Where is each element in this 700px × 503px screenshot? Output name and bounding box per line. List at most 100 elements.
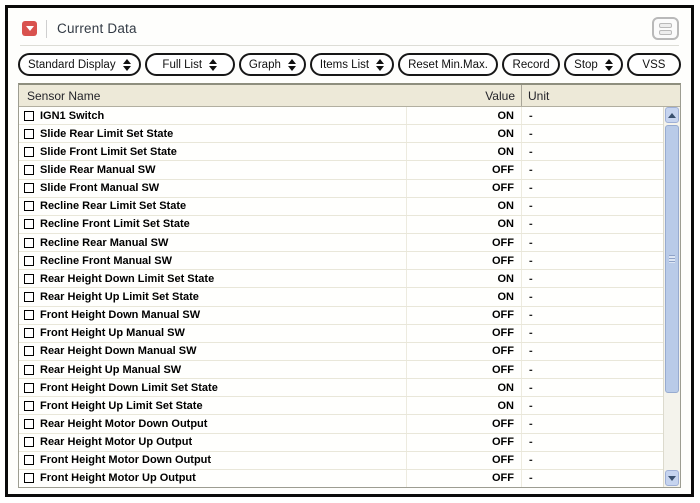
row-checkbox[interactable]: [24, 419, 34, 429]
sensor-unit: -: [522, 343, 680, 360]
toolbar-button-reset-min-max[interactable]: Reset Min.Max.: [398, 53, 498, 76]
sensor-unit: -: [522, 397, 680, 414]
sensor-unit: -: [522, 198, 680, 215]
column-header-sensor-name: Sensor Name: [19, 89, 407, 103]
display-mode-icon[interactable]: [652, 17, 679, 40]
toolbar: Standard DisplayFull ListGraphItems List…: [18, 53, 681, 76]
updown-spinner-icon: [376, 59, 384, 71]
sensor-unit: -: [522, 452, 680, 469]
toolbar-button-items-list[interactable]: Items List: [310, 53, 394, 76]
sensor-value: OFF: [407, 180, 522, 197]
sensor-name: Front Height Up Manual SW: [40, 327, 185, 339]
current-data-window: Current Data Standard DisplayFull ListGr…: [5, 5, 694, 497]
row-checkbox[interactable]: [24, 165, 34, 175]
sensor-name-cell: Rear Height Up Limit Set State: [19, 288, 407, 305]
table-row: Rear Height Up Limit Set StateON-: [19, 288, 680, 306]
table-row: Recline Front Limit Set StateON-: [19, 216, 680, 234]
sensor-value: OFF: [407, 470, 522, 487]
toolbar-button-standard-display[interactable]: Standard Display: [18, 53, 141, 76]
sensor-name: Rear Height Motor Down Output: [40, 418, 207, 430]
sensor-value: OFF: [407, 434, 522, 451]
scroll-up-button[interactable]: [665, 107, 679, 123]
sensor-name-cell: Front Height Up Manual SW: [19, 325, 407, 342]
sensor-value: OFF: [407, 161, 522, 178]
sensor-unit: -: [522, 434, 680, 451]
sensor-unit: -: [522, 470, 680, 487]
sensor-name: Front Height Motor Up Output: [40, 472, 196, 484]
sensor-name-cell: Slide Rear Manual SW: [19, 161, 407, 178]
sensor-value: ON: [407, 198, 522, 215]
vertical-scrollbar[interactable]: [663, 107, 680, 487]
table-row: Recline Rear Limit Set StateON-: [19, 198, 680, 216]
row-checkbox[interactable]: [24, 111, 34, 121]
sensor-unit: -: [522, 143, 680, 160]
collapse-caret-icon[interactable]: [22, 21, 37, 36]
row-checkbox[interactable]: [24, 328, 34, 338]
sensor-name: Rear Height Up Manual SW: [40, 364, 181, 376]
row-checkbox[interactable]: [24, 201, 34, 211]
row-checkbox[interactable]: [24, 401, 34, 411]
title-separator: [20, 45, 679, 46]
sensor-name-cell: Rear Height Down Limit Set State: [19, 270, 407, 287]
toolbar-button-graph[interactable]: Graph: [239, 53, 306, 76]
sensor-name-cell: Recline Front Manual SW: [19, 252, 407, 269]
row-checkbox[interactable]: [24, 183, 34, 193]
row-checkbox[interactable]: [24, 365, 34, 375]
table-row: Rear Height Up Manual SWOFF-: [19, 361, 680, 379]
sensor-value: OFF: [407, 415, 522, 432]
scrollbar-thumb[interactable]: [665, 125, 679, 393]
sensor-name-cell: Front Height Up Limit Set State: [19, 397, 407, 414]
sensor-unit: -: [522, 234, 680, 251]
toolbar-button-record[interactable]: Record: [502, 53, 560, 76]
toolbar-button-full-list[interactable]: Full List: [145, 53, 235, 76]
sensor-name-cell: Rear Height Up Manual SW: [19, 361, 407, 378]
sensor-name-cell: Recline Rear Limit Set State: [19, 198, 407, 215]
down-triangle-icon: [26, 26, 34, 31]
row-checkbox[interactable]: [24, 383, 34, 393]
sensor-value: OFF: [407, 307, 522, 324]
scroll-down-button[interactable]: [665, 470, 679, 486]
sensor-name: Front Height Motor Down Output: [40, 454, 211, 466]
toolbar-button-label: Stop: [574, 59, 598, 71]
sensor-name: IGN1 Switch: [40, 110, 104, 122]
bar-icon: [659, 23, 672, 28]
sensor-name: Front Height Up Limit Set State: [40, 400, 203, 412]
sensor-name: Rear Height Up Limit Set State: [40, 291, 199, 303]
sensor-table: Sensor Name Value Unit IGN1 SwitchON-Sli…: [18, 83, 681, 488]
row-checkbox[interactable]: [24, 473, 34, 483]
row-checkbox[interactable]: [24, 455, 34, 465]
row-checkbox[interactable]: [24, 256, 34, 266]
chevron-up-icon: [668, 113, 676, 118]
sensor-unit: -: [522, 379, 680, 396]
sensor-name-cell: Recline Front Limit Set State: [19, 216, 407, 233]
sensor-unit: -: [522, 325, 680, 342]
sensor-value: OFF: [407, 343, 522, 360]
sensor-unit: -: [522, 270, 680, 287]
row-checkbox[interactable]: [24, 147, 34, 157]
sensor-unit: -: [522, 252, 680, 269]
toolbar-button-vss[interactable]: VSS: [627, 53, 681, 76]
updown-spinner-icon: [123, 59, 131, 71]
sensor-name: Slide Rear Manual SW: [40, 164, 156, 176]
table-row: Front Height Motor Down OutputOFF-: [19, 452, 680, 470]
sensor-value: OFF: [407, 325, 522, 342]
table-row: Recline Rear Manual SWOFF-: [19, 234, 680, 252]
sensor-name-cell: Front Height Down Manual SW: [19, 307, 407, 324]
row-checkbox[interactable]: [24, 219, 34, 229]
sensor-name: Rear Height Down Limit Set State: [40, 273, 214, 285]
table-body-wrap: IGN1 SwitchON-Slide Rear Limit Set State…: [19, 107, 680, 487]
sensor-name-cell: Front Height Down Limit Set State: [19, 379, 407, 396]
row-checkbox[interactable]: [24, 129, 34, 139]
row-checkbox[interactable]: [24, 310, 34, 320]
table-header: Sensor Name Value Unit: [19, 85, 680, 107]
row-checkbox[interactable]: [24, 346, 34, 356]
row-checkbox[interactable]: [24, 292, 34, 302]
toolbar-button-stop[interactable]: Stop: [564, 53, 623, 76]
table-row: Front Height Up Manual SW OFF-: [19, 325, 680, 343]
row-checkbox[interactable]: [24, 437, 34, 447]
row-checkbox[interactable]: [24, 274, 34, 284]
row-checkbox[interactable]: [24, 238, 34, 248]
sensor-name-cell: Slide Front Limit Set State: [19, 143, 407, 160]
sensor-unit: -: [522, 161, 680, 178]
sensor-value: ON: [407, 107, 522, 124]
